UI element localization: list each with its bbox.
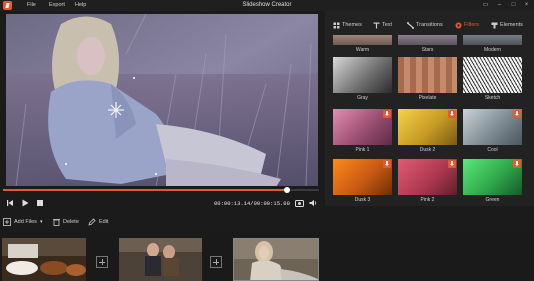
filter-green[interactable]: Green	[463, 159, 522, 203]
filter-thumb	[333, 109, 392, 145]
filter-label: Dusk 3	[354, 197, 371, 203]
timecode: 00:00:13.14/00:00:15.00	[214, 200, 290, 207]
filter-label: Pink 2	[420, 197, 435, 203]
add-files-icon	[3, 218, 11, 226]
filter-thumb	[398, 159, 457, 195]
progress-knob[interactable]	[284, 187, 291, 193]
player-controls: 00:00:13.14/00:00:15.00	[0, 186, 325, 212]
add-files-button[interactable]: Add Files ▾	[3, 218, 42, 226]
filter-label: Green	[485, 197, 500, 203]
filter-dusk-2[interactable]: Dusk 2	[398, 109, 457, 153]
themes-icon	[333, 22, 340, 28]
preview-image	[6, 14, 318, 187]
title-bar: File Export Help Slideshow Creator ▭ – □…	[0, 0, 534, 11]
edit-icon	[88, 218, 96, 226]
filter-dusk-3[interactable]: Dusk 3	[333, 159, 392, 203]
previous-icon[interactable]	[6, 199, 14, 207]
tab-text-label: Text	[382, 22, 393, 28]
filter-pixelate[interactable]: Pixelate	[398, 57, 457, 101]
filters-icon	[455, 22, 462, 28]
filter-thumb	[398, 109, 457, 145]
edit-label: Edit	[99, 219, 109, 225]
tab-themes[interactable]: Themes	[333, 18, 362, 32]
filter-label: Pink 1	[355, 147, 370, 153]
timeline-clip-shoes[interactable]	[2, 238, 86, 281]
stop-icon[interactable]	[36, 199, 44, 207]
filter-label: Dusk 2	[419, 147, 436, 153]
effects-panel: Themes Text Transitions Filters Elements…	[325, 11, 534, 206]
filter-thumb	[333, 35, 392, 45]
maximize-icon[interactable]: □	[510, 2, 517, 9]
storyboard-toolbar: Add Files ▾ Delete Edit	[0, 214, 534, 230]
delete-label: Delete	[63, 219, 79, 225]
chevron-down-icon[interactable]: ▾	[40, 219, 43, 225]
add-clip-button-2[interactable]	[210, 256, 222, 268]
tab-elements[interactable]: Elements	[491, 18, 523, 32]
close-icon[interactable]: ×	[523, 2, 530, 9]
tab-elements-label: Elements	[500, 22, 523, 28]
tab-text[interactable]: Text	[373, 18, 392, 32]
filter-label: Stars	[421, 47, 434, 53]
tab-transitions-label: Transitions	[416, 22, 443, 28]
filter-thumb	[398, 35, 457, 45]
filter-warm[interactable]: Warm	[333, 35, 392, 53]
edit-button[interactable]: Edit	[88, 218, 108, 226]
filter-cool[interactable]: Cool	[463, 109, 522, 153]
filter-modern[interactable]: Modern	[463, 35, 522, 53]
filter-sketch[interactable]: Sketch	[463, 57, 522, 101]
download-icon[interactable]	[448, 110, 456, 118]
timeline-clip-woman[interactable]	[233, 238, 319, 281]
filter-stars[interactable]: Stars	[398, 35, 457, 53]
progress-track[interactable]	[3, 187, 319, 193]
tab-themes-label: Themes	[342, 22, 362, 28]
snapshot-icon[interactable]	[295, 199, 304, 207]
filter-thumb	[333, 57, 392, 93]
filter-thumb	[463, 159, 522, 195]
filter-thumb	[398, 57, 457, 93]
trash-icon	[53, 219, 60, 226]
filter-gray[interactable]: Gray	[333, 57, 392, 101]
play-icon[interactable]	[21, 199, 29, 207]
tab-filters-label: Filters	[464, 22, 479, 28]
progress-fill	[3, 189, 288, 191]
download-icon[interactable]	[448, 160, 456, 168]
minimize-icon[interactable]: –	[496, 2, 503, 9]
filter-label: Sketch	[484, 95, 501, 101]
elements-icon	[491, 22, 498, 28]
download-icon[interactable]	[383, 110, 391, 118]
volume-icon[interactable]	[309, 199, 317, 207]
tab-transitions[interactable]: Transitions	[407, 18, 443, 32]
filter-thumb	[463, 57, 522, 93]
filter-thumb	[333, 159, 392, 195]
app-title: Slideshow Creator	[242, 2, 292, 8]
download-icon[interactable]	[383, 160, 391, 168]
filter-label: Modern	[484, 47, 501, 53]
filter-label: Pixelate	[418, 95, 437, 101]
add-clip-button-1[interactable]	[96, 256, 108, 268]
filter-label: Gray	[357, 95, 368, 101]
filter-pink-1[interactable]: Pink 1	[333, 109, 392, 153]
filter-label: Warm	[355, 47, 370, 53]
delete-button[interactable]: Delete	[53, 218, 79, 226]
download-icon[interactable]	[513, 110, 521, 118]
text-icon	[373, 22, 380, 28]
timeline-clip-couple[interactable]	[119, 238, 202, 281]
add-files-label: Add Files	[14, 219, 37, 225]
transitions-icon	[407, 21, 414, 29]
filter-thumb	[463, 109, 522, 145]
filter-thumb	[463, 35, 522, 45]
feedback-icon[interactable]: ▭	[482, 2, 489, 9]
tab-filters[interactable]: Filters	[455, 18, 479, 32]
filter-label: Cool	[487, 147, 498, 153]
effects-tabs: Themes Text Transitions Filters Elements	[325, 18, 534, 32]
storyboard-timeline	[0, 232, 534, 281]
filter-pink-2[interactable]: Pink 2	[398, 159, 457, 203]
download-icon[interactable]	[513, 160, 521, 168]
